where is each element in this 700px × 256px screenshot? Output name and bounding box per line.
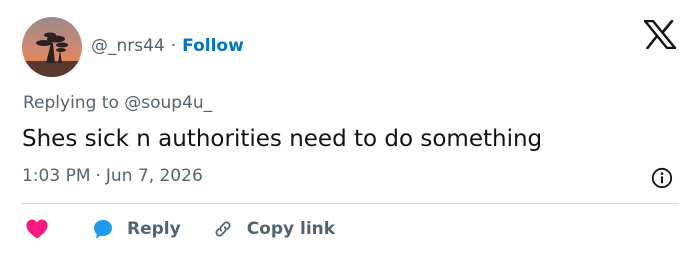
- handle-separator: ·: [170, 36, 177, 56]
- chat-bubble-icon: [94, 220, 112, 239]
- reply-button[interactable]: Reply: [91, 218, 181, 240]
- reply-mention-link[interactable]: @soup4u_: [124, 93, 212, 113]
- author-handle[interactable]: @_nrs44: [91, 36, 165, 56]
- copy-link-button[interactable]: Copy link: [211, 217, 335, 241]
- tweet-date: Jun 7, 2026: [105, 166, 203, 186]
- link-icon: [215, 221, 231, 237]
- heart-icon: [26, 219, 48, 239]
- info-icon[interactable]: [651, 167, 673, 189]
- tweet-card: @_nrs44 · Follow Replying to @soup4u_ Sh…: [0, 0, 700, 256]
- copy-link-label: Copy link: [246, 219, 336, 239]
- tweet-time: 1:03 PM: [22, 166, 91, 186]
- tweet-timestamp[interactable]: 1:03 PM · Jun 7, 2026: [22, 166, 203, 186]
- x-logo-icon[interactable]: [644, 20, 676, 49]
- author-line: @_nrs44 · Follow: [91, 35, 244, 57]
- reply-context-prefix: Replying to: [23, 93, 125, 113]
- sunset-tree-avatar-image: [22, 17, 82, 77]
- reply-label: Reply: [127, 219, 181, 239]
- reply-context: Replying to @soup4u_: [23, 93, 212, 113]
- like-button[interactable]: [25, 218, 49, 240]
- action-bar: Reply Copy link: [25, 216, 335, 242]
- timestamp-separator: ·: [95, 166, 101, 186]
- tweet-text: Shes sick n authorities need to do somet…: [22, 126, 543, 152]
- avatar[interactable]: [22, 17, 82, 77]
- follow-button[interactable]: Follow: [182, 36, 244, 56]
- divider: [22, 203, 679, 204]
